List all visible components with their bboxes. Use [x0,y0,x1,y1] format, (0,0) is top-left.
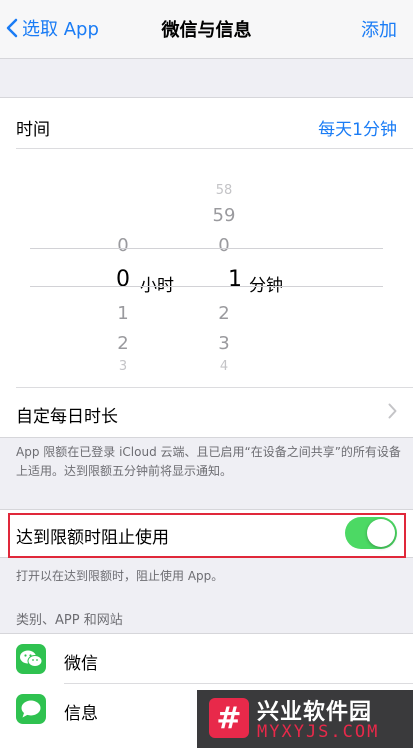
picker-minute-option[interactable]: 59 [204,205,244,226]
picker-minute-option[interactable]: 2 [204,303,244,324]
navigation-bar: 选取 App 微信与信息 添加 [0,0,413,59]
watermark: # 兴业软件园 MYXYJS.COM [197,690,413,748]
app-name: 信息 [64,704,98,724]
wechat-icon [16,644,46,674]
picker-hour-selected[interactable]: 0 [103,267,143,292]
section-header: 类别、APP 和网站 [16,613,123,628]
time-label: 时间 [16,120,50,140]
time-value[interactable]: 每天1分钟 [318,115,397,140]
picker-minute-option[interactable]: 4 [204,359,244,374]
chevron-left-icon [6,18,18,38]
picker-minute-option[interactable]: 58 [204,183,244,198]
picker-minute-option[interactable]: 0 [204,235,244,256]
picker-hour-option[interactable]: 3 [103,359,143,374]
chevron-right-icon [388,403,397,423]
picker-hour-option[interactable]: 1 [103,303,143,324]
picker-minute-option[interactable]: 3 [204,333,244,354]
custom-daily-duration-row[interactable]: 自定每日时长 [16,402,118,427]
add-button[interactable]: 添加 [361,16,397,42]
picker-selection-line [30,286,383,287]
sync-footnote: App 限额在已登录 iCloud 云端、且已启用“在设备之间共享”的所有设备上… [16,445,401,478]
picker-hour-option[interactable]: 2 [103,333,143,354]
back-button[interactable]: 选取 App [6,14,99,42]
watermark-subtitle: MYXYJS.COM [257,722,380,742]
duration-picker[interactable]: 0 0 小时 1 2 3 58 59 0 1 分钟 2 3 4 [0,149,413,387]
app-name: 微信 [64,654,98,674]
picker-selection-line [30,248,383,249]
picker-minute-unit: 分钟 [249,276,283,296]
picker-hour-option[interactable]: 0 [103,235,143,256]
highlight-box [8,513,406,558]
time-limit-card: 时间 每天1分钟 0 0 小时 1 2 3 58 59 0 1 分钟 2 3 4… [0,97,413,438]
list-item[interactable]: 微信 [0,634,413,684]
divider [16,387,413,388]
back-button-label: 选取 App [22,19,99,40]
watermark-logo: # [209,698,249,738]
messages-icon [16,694,46,724]
block-footnote: 打开以在达到限额时，阻止使用 App。 [16,569,224,583]
picker-hour-unit: 小时 [140,276,174,296]
